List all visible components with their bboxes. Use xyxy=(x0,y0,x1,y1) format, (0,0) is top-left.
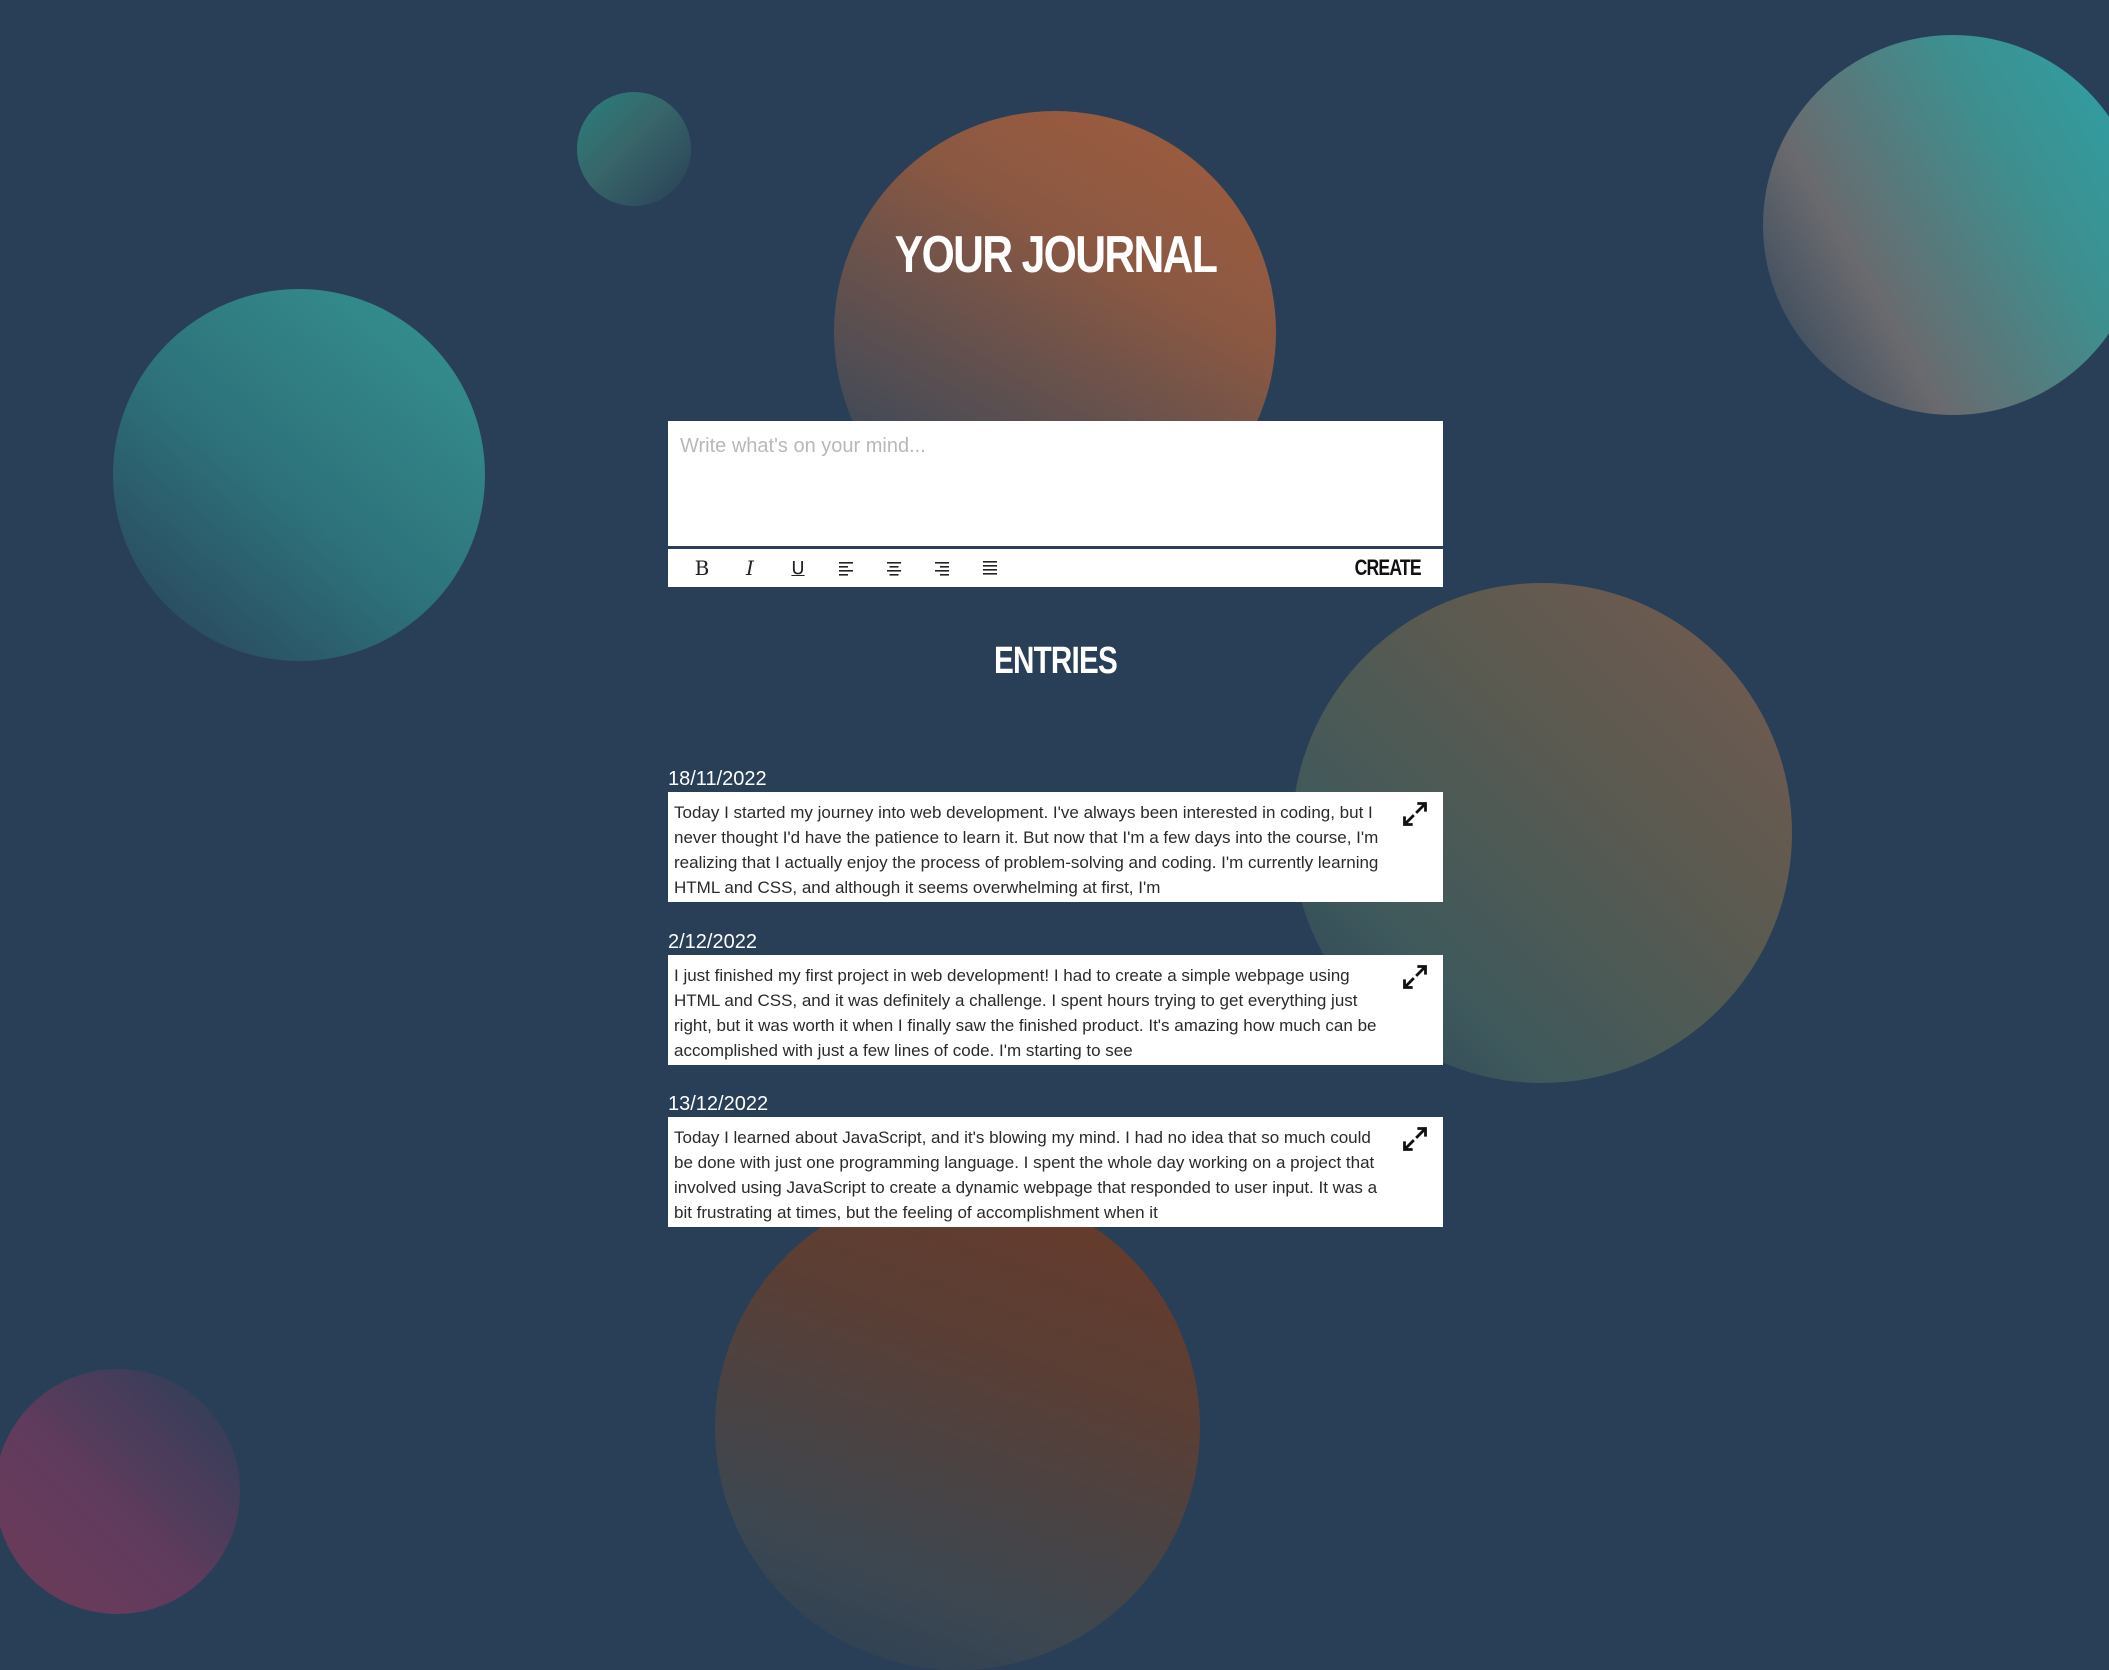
journal-entry: 13/12/2022 Today I learned about JavaScr… xyxy=(668,1091,1443,1227)
align-justify-icon xyxy=(983,561,997,575)
align-left-icon xyxy=(839,562,853,576)
entry-text: I just finished my first project in web … xyxy=(674,966,1377,1060)
entry-card: Today I learned about JavaScript, and it… xyxy=(668,1117,1443,1227)
background-orb xyxy=(113,289,485,661)
expand-icon[interactable] xyxy=(1401,963,1429,991)
align-right-icon xyxy=(935,562,949,576)
align-left-button[interactable] xyxy=(822,549,870,587)
create-button[interactable]: CREATE xyxy=(1355,549,1422,587)
entry-text: Today I started my journey into web deve… xyxy=(674,803,1379,897)
italic-icon: I xyxy=(746,556,754,580)
background-orb xyxy=(0,1369,240,1614)
background-orb xyxy=(577,92,691,206)
expand-icon[interactable] xyxy=(1401,1125,1429,1153)
align-center-button[interactable] xyxy=(870,549,918,587)
italic-button[interactable]: I xyxy=(726,549,774,587)
bold-button[interactable]: B xyxy=(678,549,726,587)
entry-date: 18/11/2022 xyxy=(668,768,767,790)
bold-icon: B xyxy=(694,556,710,580)
underline-icon: U xyxy=(791,557,805,579)
entries-heading: ENTRIES xyxy=(993,640,1118,682)
align-right-button[interactable] xyxy=(918,549,966,587)
align-justify-button[interactable] xyxy=(966,549,1014,587)
journal-editor: B I U xyxy=(668,421,1443,587)
underline-button[interactable]: U xyxy=(774,549,822,587)
journal-entry-input[interactable] xyxy=(668,421,1443,546)
align-center-icon xyxy=(887,562,901,576)
entry-date: 13/12/2022 xyxy=(668,1093,769,1115)
page-title: YOUR JOURNAL xyxy=(894,226,1218,284)
entry-card: Today I started my journey into web deve… xyxy=(668,792,1443,902)
journal-entry: 18/11/2022 Today I started my journey in… xyxy=(668,766,1443,902)
entry-text: Today I learned about JavaScript, and it… xyxy=(674,1128,1378,1222)
background-orb xyxy=(1763,35,2109,415)
expand-icon[interactable] xyxy=(1401,800,1429,828)
entry-date: 2/12/2022 xyxy=(668,931,757,953)
journal-entry: 2/12/2022 I just finished my first proje… xyxy=(668,929,1443,1065)
background-orb xyxy=(715,1185,1200,1670)
formatting-toolbar: B I U CREATE xyxy=(668,549,1443,587)
entry-card: I just finished my first project in web … xyxy=(668,955,1443,1065)
